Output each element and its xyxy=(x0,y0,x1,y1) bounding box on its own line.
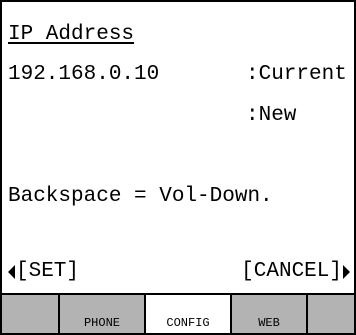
tab-bar: PHONE CONFIG WEB xyxy=(2,293,354,333)
tab-config[interactable]: CONFIG xyxy=(146,295,232,333)
cancel-softkey-label: [CANCEL] xyxy=(241,260,342,283)
set-softkey[interactable]: [SET] xyxy=(8,260,79,284)
new-label[interactable]: :New xyxy=(246,104,296,128)
phone-display: IP Address 192.168.0.10 :Current :New Ba… xyxy=(0,0,356,335)
current-label: :Current xyxy=(246,63,347,86)
tab-blank-left[interactable] xyxy=(2,295,60,333)
ip-address-value: 192.168.0.10 xyxy=(8,63,160,86)
backspace-hint: Backspace = Vol-Down. xyxy=(8,185,273,208)
tab-web[interactable]: WEB xyxy=(232,295,308,333)
page-title: IP Address xyxy=(8,23,135,46)
cancel-softkey[interactable]: [CANCEL] xyxy=(241,260,350,284)
softkey-row: [SET] [CANCEL] xyxy=(2,260,354,284)
set-softkey-label: [SET] xyxy=(16,260,80,283)
left-arrow-icon xyxy=(8,265,15,279)
tab-blank-right[interactable] xyxy=(308,295,354,333)
right-arrow-icon xyxy=(343,265,350,279)
tab-phone[interactable]: PHONE xyxy=(60,295,146,333)
